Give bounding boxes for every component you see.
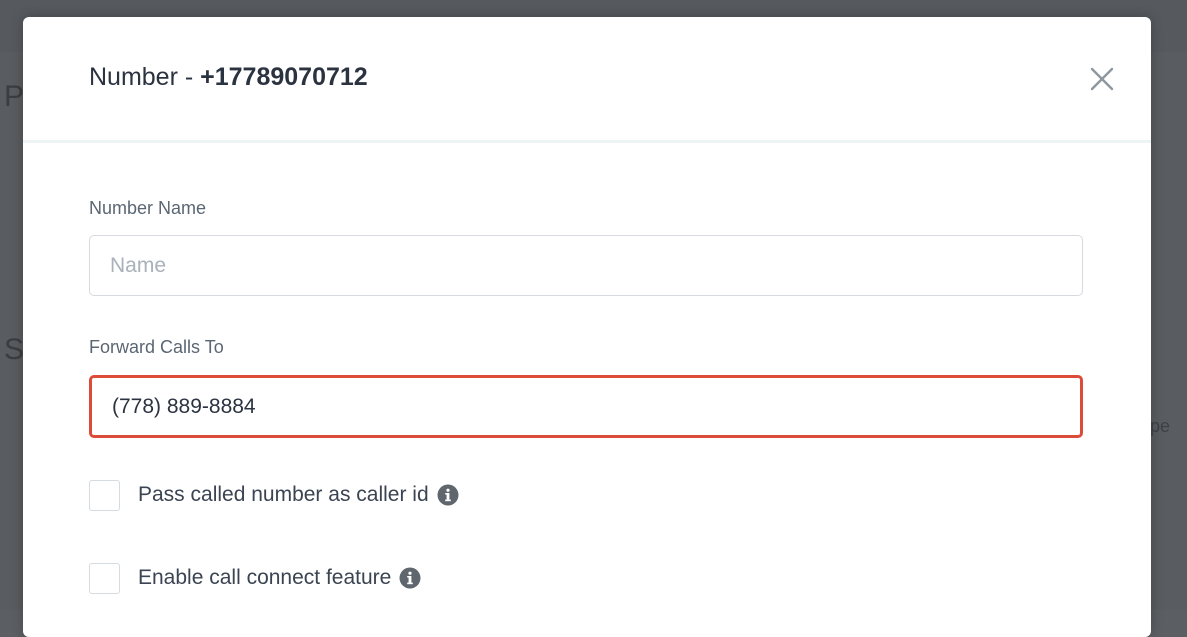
forward-calls-label: Forward Calls To	[89, 337, 224, 357]
call-connect-checkbox[interactable]	[89, 562, 120, 594]
background-text-fragment: pe	[1150, 416, 1171, 436]
forward-calls-input[interactable]	[89, 375, 1083, 438]
background-text-fragment: S	[4, 333, 25, 366]
number-settings-modal: Number - +17789070712 Number Name Forwar…	[23, 17, 1151, 637]
modal-title-number: +17789070712	[200, 63, 368, 91]
modal-title-prefix: Number -	[89, 63, 201, 91]
close-icon	[1090, 67, 1114, 91]
background-text-fragment: P	[4, 80, 25, 113]
call-connect-label: Enable call connect feature	[138, 566, 392, 589]
pass-caller-id-checkbox[interactable]	[89, 479, 120, 511]
number-name-label: Number Name	[89, 198, 207, 218]
call-connect-option: Enable call connect feature	[89, 562, 421, 594]
pass-caller-id-option: Pass called number as caller id	[89, 479, 459, 511]
modal-header: Number - +17789070712	[23, 17, 1151, 143]
pass-caller-id-label: Pass called number as caller id	[138, 483, 429, 506]
close-button[interactable]	[1089, 66, 1115, 92]
number-name-input[interactable]	[89, 235, 1083, 296]
info-icon[interactable]	[437, 484, 459, 506]
info-icon[interactable]	[399, 567, 421, 589]
modal-title: Number - +17789070712	[89, 63, 368, 92]
